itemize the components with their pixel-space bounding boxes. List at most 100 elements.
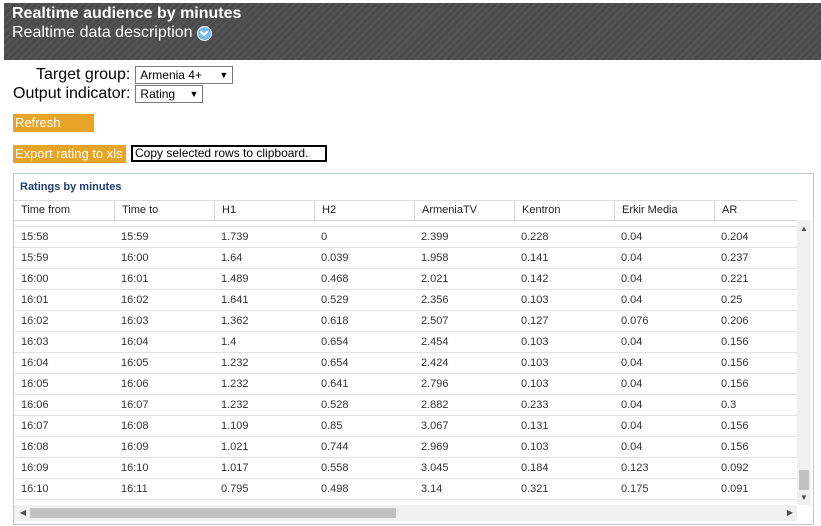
- target-group-select[interactable]: Armenia 4+ ▼: [135, 66, 234, 84]
- table-cell: 0.04: [621, 252, 643, 264]
- table-cell: 16:00: [21, 273, 49, 285]
- table-cell: 0.654: [321, 336, 349, 348]
- table-cell: 1.232: [221, 378, 249, 390]
- column-header[interactable]: H1: [214, 201, 314, 220]
- table-cell: 16:00: [121, 252, 149, 264]
- table-cell: 0.641: [321, 378, 349, 390]
- table-cell: 2.399: [421, 231, 449, 243]
- table-row[interactable]: 15:5715:581.83702.5330.2590.040.156: [14, 220, 797, 227]
- table-cell: 16:01: [121, 273, 149, 285]
- column-header[interactable]: Erkir Media: [614, 201, 714, 220]
- table-cell: 0.3: [721, 399, 737, 411]
- table-row[interactable]: 15:59 16:00 1.64 0.039 1.958 0.141 0.04 0.237: [14, 248, 797, 269]
- table-row[interactable]: 16:04 16:05 1.232 0.654 2.424 0.103 0.04 0.156: [14, 353, 797, 374]
- table-cell: 1.232: [221, 357, 249, 369]
- scroll-down-icon[interactable]: ▼: [797, 491, 811, 505]
- table-cell: 0.228: [521, 231, 549, 243]
- horizontal-scrollbar[interactable]: ◀ ▶: [14, 505, 797, 521]
- table-cell: 1.489: [221, 273, 249, 285]
- table-body[interactable]: 15:5715:581.83702.5330.2590.040.15615:58…: [14, 220, 797, 505]
- table-cell: 0.795: [221, 483, 249, 495]
- table-cell: 0.156: [721, 336, 749, 348]
- table-cell: 0.076: [621, 315, 649, 327]
- column-header[interactable]: Time from: [14, 201, 114, 220]
- table-row[interactable]: 15:58 15:59 1.739 0 2.399 0.228 0.04 0.204: [14, 227, 797, 248]
- output-indicator-row: Output indicator: Rating ▼: [13, 85, 204, 103]
- table-cell: 0.092: [721, 462, 749, 474]
- table-cell: 16:06: [121, 378, 149, 390]
- table-cell: 0: [321, 231, 328, 243]
- table-cell: 0.156: [721, 357, 749, 369]
- vertical-scrollbar[interactable]: ▲ ▼: [797, 220, 811, 505]
- copy-rows-button[interactable]: Copy selected rows to clipboard.: [131, 145, 327, 162]
- output-indicator-select[interactable]: Rating ▼: [135, 85, 204, 103]
- table-cell: 0.498: [321, 483, 349, 495]
- table-cell: 0.103: [521, 357, 549, 369]
- table-cell: 0.04: [621, 441, 643, 453]
- table-cell: 0.25: [721, 294, 743, 306]
- table-cell: 3.14: [421, 483, 443, 495]
- column-header[interactable]: ArmeniaTV: [414, 201, 514, 220]
- column-header[interactable]: AR: [714, 201, 797, 220]
- table-cell: 0.103: [521, 294, 549, 306]
- table-cell: 3.067: [421, 420, 449, 432]
- table-row[interactable]: 16:01 16:02 1.641 0.529 2.356 0.103 0.04 0.25: [14, 290, 797, 311]
- table-cell: 16:02: [21, 315, 49, 327]
- scroll-left-icon[interactable]: ◀: [16, 505, 30, 521]
- table-cell: 0.618: [321, 315, 349, 327]
- table-cell: 1.109: [221, 420, 249, 432]
- table-row[interactable]: 16:03 16:04 1.4 0.654 2.454 0.103 0.04 0.156: [14, 332, 797, 353]
- page-header: Realtime audience by minutes Realtime da…: [4, 3, 821, 60]
- page-subtitle: Realtime data description: [12, 24, 193, 41]
- column-header[interactable]: Time to: [114, 201, 214, 220]
- export-xls-button[interactable]: Export rating to xls: [13, 145, 126, 163]
- table-cell: 1.017: [221, 462, 249, 474]
- table-row[interactable]: 16:07 16:08 1.109 0.85 3.067 0.131 0.04 0.156: [14, 416, 797, 437]
- table-cell: 1.958: [421, 252, 449, 264]
- table-cell: 0.156: [721, 420, 749, 432]
- output-indicator-label: Output indicator:: [13, 85, 131, 102]
- panel-title: Ratings by minutes: [20, 181, 122, 193]
- table-cell: 0.654: [321, 357, 349, 369]
- table-cell: 0.156: [721, 378, 749, 390]
- table-cell: 0.204: [721, 231, 749, 243]
- table-cell: 1.232: [221, 399, 249, 411]
- scroll-up-icon[interactable]: ▲: [797, 222, 811, 236]
- output-indicator-value: Rating: [140, 87, 176, 101]
- table-cell: 0.233: [521, 399, 549, 411]
- column-header[interactable]: H2: [314, 201, 414, 220]
- refresh-page-button[interactable]: Refresh page: [13, 114, 94, 148]
- table-row[interactable]: 16:10 16:11 0.795 0.498 3.14 0.321 0.175 0.091: [14, 479, 797, 500]
- table-cell: 0.04: [621, 420, 643, 432]
- column-header[interactable]: Kentron: [514, 201, 614, 220]
- horizontal-scroll-thumb[interactable]: [30, 508, 396, 518]
- table-row[interactable]: 16:09 16:10 1.017 0.558 3.045 0.184 0.123 0.092: [14, 458, 797, 479]
- table-row[interactable]: 16:00 16:01 1.489 0.468 2.021 0.142 0.04 0.221: [14, 269, 797, 290]
- table-row[interactable]: 16:08 16:09 1.021 0.744 2.969 0.103 0.04 0.156: [14, 437, 797, 458]
- scroll-right-icon[interactable]: ▶: [783, 505, 797, 521]
- table-cell: 16:01: [21, 294, 49, 306]
- table-cell: 2.969: [421, 441, 449, 453]
- chevron-down-icon[interactable]: [196, 25, 212, 41]
- table-cell: 0.04: [621, 273, 643, 285]
- table-row[interactable]: 16:06 16:07 1.232 0.528 2.882 0.233 0.04 0.3: [14, 395, 797, 416]
- table-cell: 16:10: [121, 462, 149, 474]
- vertical-scroll-thumb[interactable]: [799, 470, 809, 490]
- table-row[interactable]: 16:02 16:03 1.362 0.618 2.507 0.127 0.076 0.206: [14, 311, 797, 332]
- table-cell: 0.04: [621, 399, 643, 411]
- description-toggle[interactable]: Realtime data description: [12, 24, 212, 42]
- table-cell: 0.103: [521, 441, 549, 453]
- table-cell: 16:05: [21, 378, 49, 390]
- table-cell: 16:08: [21, 441, 49, 453]
- table-cell: 0.123: [621, 462, 649, 474]
- table-row[interactable]: 16:05 16:06 1.232 0.641 2.796 0.103 0.04 0.156: [14, 374, 797, 395]
- table-cell: 0.04: [621, 378, 643, 390]
- table-cell: 0.529: [321, 294, 349, 306]
- table-cell: 1.64: [221, 252, 243, 264]
- table-cell: 2.882: [421, 399, 449, 411]
- target-group-label: Target group:: [36, 66, 131, 83]
- table-cell: 16:03: [121, 315, 149, 327]
- table-cell: 0.142: [521, 273, 549, 285]
- table-cell: 0.321: [521, 483, 549, 495]
- dropdown-arrow-icon: ▼: [189, 89, 199, 99]
